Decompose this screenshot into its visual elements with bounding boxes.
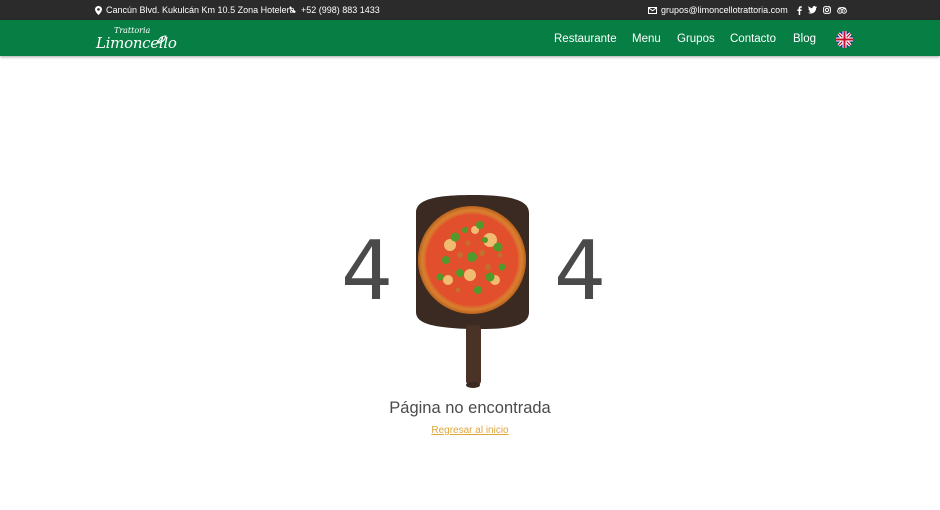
nav-contacto[interactable]: Contacto: [730, 20, 776, 56]
map-marker-icon: [95, 5, 102, 15]
phone-item[interactable]: +52 (998) 883 1433: [289, 0, 380, 20]
back-home-container: Regresar al inicio: [0, 425, 940, 436]
social-links: [797, 0, 847, 20]
email-text[interactable]: grupos@limoncellotrattoria.com: [661, 0, 788, 20]
email-item[interactable]: grupos@limoncellotrattoria.com: [648, 0, 788, 20]
error-digit-left: 4: [341, 224, 394, 319]
tripadvisor-icon[interactable]: [837, 6, 847, 14]
lemon-leaf-icon: [157, 35, 167, 44]
nav-blog[interactable]: Blog: [793, 20, 816, 56]
phone-icon: [289, 6, 296, 13]
uk-flag-icon[interactable]: [836, 31, 853, 48]
nav-restaurante[interactable]: Restaurante: [554, 20, 617, 56]
address-text: Cancún Blvd. Kukulcán Km 10.5 Zona Hotel…: [106, 5, 295, 15]
twitter-icon[interactable]: [808, 6, 817, 14]
nav-grupos[interactable]: Grupos: [677, 20, 715, 56]
page-not-found-title: Página no encontrada: [389, 399, 551, 417]
instagram-icon[interactable]: [823, 6, 831, 14]
facebook-icon[interactable]: [797, 5, 802, 15]
top-info-bar: Cancún Blvd. Kukulcán Km 10.5 Zona Hotel…: [0, 0, 940, 20]
nav-menu[interactable]: Menu: [632, 20, 661, 56]
back-home-link[interactable]: Regresar al inicio: [431, 425, 508, 436]
address-item: Cancún Blvd. Kukulcán Km 10.5 Zona Hotel…: [95, 0, 295, 20]
envelope-icon: [648, 6, 657, 14]
pizza-on-peel-image: [410, 195, 535, 395]
phone-text[interactable]: +52 (998) 883 1433: [301, 0, 380, 20]
error-digit-right: 4: [554, 224, 607, 319]
